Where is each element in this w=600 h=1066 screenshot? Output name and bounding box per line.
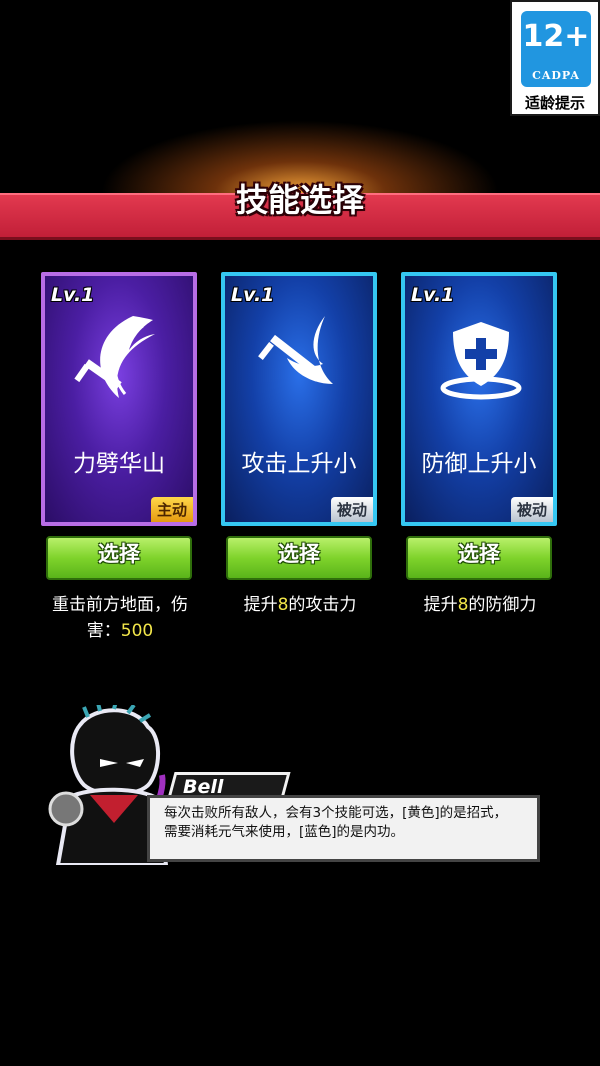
desc-text: 的攻击力 (288, 595, 357, 615)
skill-card-1[interactable]: Lv.1 力劈华山 主动 (41, 272, 197, 526)
skill-name: 力劈华山 (73, 451, 165, 477)
desc-value: 8 (277, 595, 289, 615)
select-button-1[interactable]: 选择 (46, 536, 192, 580)
age-rating-tip: 适龄提示 (524, 94, 585, 112)
age-rating-org: CADPA (532, 69, 580, 82)
age-rating-block: 12+ CADPA (521, 11, 591, 87)
skill-level: Lv.1 (411, 284, 455, 306)
sword-slash-icon (74, 316, 155, 398)
age-rating-value: 12+ (522, 19, 590, 54)
select-button-3[interactable]: 选择 (406, 536, 552, 580)
page-title: 技能选择 (235, 181, 364, 219)
sword-slash-icon (258, 316, 333, 384)
skill-description-1: 重击前方地面，伤 害：500 (30, 592, 210, 644)
select-button-2[interactable]: 选择 (226, 536, 372, 580)
skill-name: 攻击上升小 (241, 451, 357, 477)
age-rating-badge: 12+ CADPA 适龄提示 (510, 0, 600, 116)
skill-level: Lv.1 (231, 284, 275, 306)
skill-name: 防御上升小 (421, 451, 537, 477)
dialog-text: 每次击败所有敌人，会有3个技能可选，[黄色]的是招式，需要消耗元气来使用，[蓝色… (164, 805, 508, 840)
desc-text: 提升 (243, 595, 278, 615)
skill-type-tag: 主动 (150, 497, 193, 522)
skill-level: Lv.1 (51, 284, 95, 306)
desc-text: 重击前方地面，伤 (52, 595, 188, 615)
desc-text: 害： (86, 621, 121, 641)
skill-description-2: 提升8的攻击力 (210, 592, 390, 618)
skill-type-tag: 被动 (330, 497, 373, 522)
desc-value: 500 (120, 621, 154, 641)
skill-type-tag: 被动 (510, 497, 553, 522)
skill-description-3: 提升8的防御力 (390, 592, 570, 618)
desc-text: 提升 (423, 595, 458, 615)
skill-card-2[interactable]: Lv.1 攻击上升小 被动 (221, 272, 377, 526)
desc-value: 8 (457, 595, 469, 615)
skill-card-3[interactable]: Lv.1 防御上升小 被动 (401, 272, 557, 526)
shield-plus-icon (440, 322, 522, 400)
dialog-box[interactable]: 每次击败所有敌人，会有3个技能可选，[黄色]的是招式，需要消耗元气来使用，[蓝色… (147, 795, 540, 862)
desc-text: 的防御力 (468, 595, 537, 615)
